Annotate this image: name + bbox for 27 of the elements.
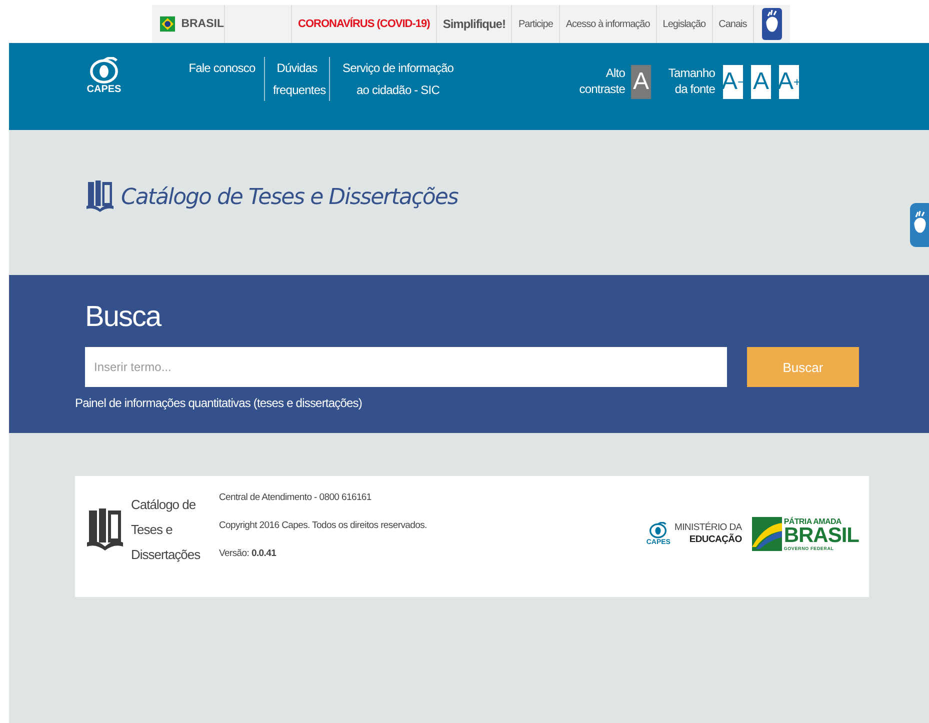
flag-icon: [160, 15, 176, 33]
footer-text: Versão: 0.0.41: [219, 548, 278, 559]
ministry-label: MINISTÉRIO DA: [674, 522, 742, 534]
search-field[interactable]: Inserir termo...: [85, 347, 727, 387]
search-heading: Busca: [85, 301, 162, 335]
font-size-label: Tamanho da fonte: [667, 65, 715, 97]
ministry-label: EDUCAÇÃO: [689, 534, 742, 546]
sign-language-icon[interactable]: [910, 203, 929, 247]
panel-link[interactable]: Painel de informações quantitativas (teses e dissertações): [75, 396, 362, 410]
government-label: PÁTRIA AMADA: [784, 517, 842, 526]
font-size-button[interactable]: A: [751, 65, 771, 99]
book-icon: [85, 179, 115, 212]
contrast-button[interactable]: A: [631, 65, 651, 99]
sign-language-icon[interactable]: [762, 8, 782, 40]
capes-logo-icon: [647, 522, 670, 539]
country-label[interactable]: BRASIL: [181, 18, 224, 30]
header-link[interactable]: Fale conosco: [180, 57, 264, 79]
logo-label: CAPES: [86, 84, 122, 95]
government-label: BRASIL: [784, 526, 859, 546]
flag-emblem-icon: [752, 517, 782, 551]
header-link[interactable]: Serviço de informação ao cidadão - SIC: [329, 57, 466, 101]
page-title: Catálogo de Teses e Dissertações: [121, 185, 458, 210]
contrast-label: Alto contraste: [578, 65, 625, 97]
header-link[interactable]: Dúvidas frequentes: [264, 57, 329, 101]
footer-text: Copyright 2016 Capes. Todos os direitos reservados.: [219, 520, 427, 531]
footer-text: Central de Atendimento - 0800 616161: [219, 492, 372, 503]
book-icon: [85, 506, 125, 551]
